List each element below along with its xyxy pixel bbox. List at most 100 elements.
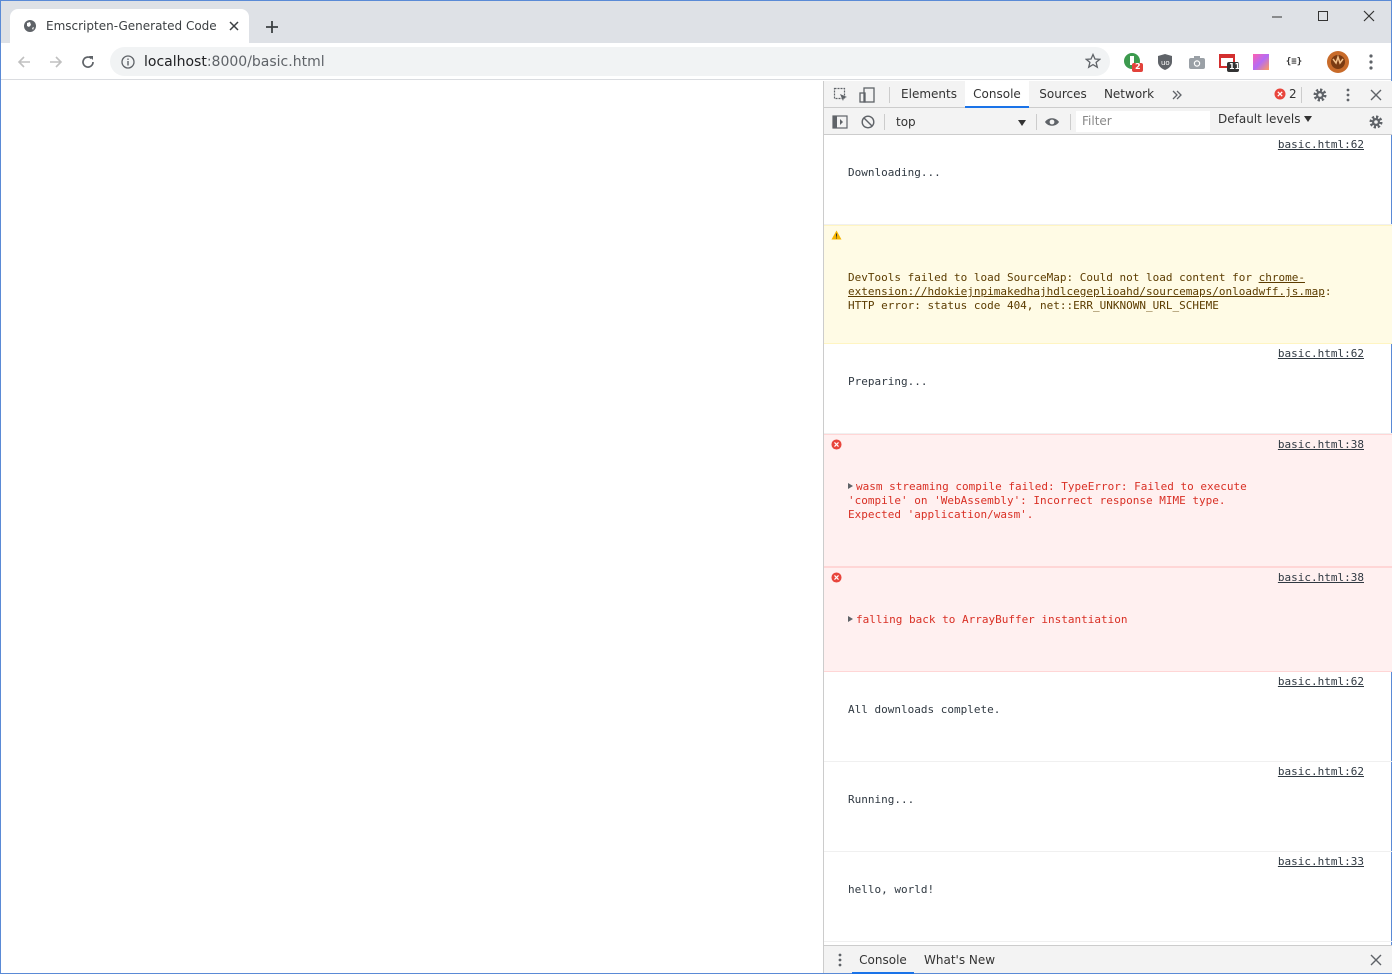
source-link[interactable]: basic.html:62 <box>1278 138 1364 152</box>
tab-network[interactable]: Network <box>1100 81 1158 108</box>
reload-button[interactable] <box>74 48 102 76</box>
close-drawer-icon[interactable] <box>1366 950 1386 970</box>
info-icon[interactable] <box>120 54 136 70</box>
settings-gear-icon[interactable] <box>1310 85 1330 105</box>
tab-elements[interactable]: Elements <box>898 81 960 108</box>
separator <box>1070 114 1071 130</box>
console-log-row: Running... basic.html:62 <box>824 762 1392 852</box>
globe-icon <box>22 18 38 34</box>
drawer-tab-console[interactable]: Console <box>852 946 914 974</box>
separator <box>1036 114 1037 130</box>
profile-avatar[interactable] <box>1327 51 1349 73</box>
more-tabs-chevron-icon[interactable] <box>1167 85 1187 105</box>
console-log-row: Downloading... basic.html:62 <box>824 135 1392 225</box>
devtools-tab-bar: Elements Console Sources Network 2 <box>824 81 1392 108</box>
extension-badge: 2 <box>1135 62 1141 71</box>
tab-sources[interactable]: Sources <box>1034 81 1092 108</box>
extension-badge-count: 11 <box>1229 62 1241 71</box>
tab-title: Emscripten-Generated Code <box>46 19 217 33</box>
devtools-menu-icon[interactable] <box>1338 85 1358 105</box>
source-link[interactable]: basic.html:62 <box>1278 347 1364 361</box>
url-path: :8000/basic.html <box>206 53 325 70</box>
source-link[interactable]: basic.html:38 <box>1278 438 1364 452</box>
drawer-menu-icon[interactable] <box>830 950 850 970</box>
extension-green-icon[interactable]: 2 <box>1123 52 1143 72</box>
separator <box>1301 87 1302 103</box>
maximize-button[interactable] <box>1300 1 1346 31</box>
log-text: hello, world! <box>848 883 935 896</box>
console-filter-input[interactable]: Filter <box>1076 111 1210 132</box>
browser-menu-icon[interactable] <box>1361 52 1381 72</box>
json-viewer-icon[interactable]: {≡} <box>1283 52 1305 72</box>
console-warning-row: DevTools failed to load SourceMap: Could… <box>824 225 1392 344</box>
console-error-row[interactable]: wasm streaming compile failed: TypeError… <box>824 434 1392 567</box>
source-link[interactable]: basic.html:62 <box>1278 675 1364 689</box>
close-window-button[interactable] <box>1346 1 1392 31</box>
log-text: Downloading... <box>848 166 941 179</box>
dropdown-arrow-icon <box>1304 115 1313 123</box>
browser-tab[interactable]: Emscripten-Generated Code <box>10 9 249 43</box>
warning-text: DevTools failed to load SourceMap: Could… <box>848 271 1364 313</box>
console-log-row: Preparing... basic.html:62 <box>824 344 1392 434</box>
dropdown-arrow-icon <box>1018 116 1026 130</box>
context-selector[interactable]: top <box>890 112 1030 131</box>
devtools-drawer: Console What's New <box>824 945 1392 974</box>
error-circle-icon <box>830 438 842 450</box>
error-text-wrapper: wasm streaming compile failed: TypeError… <box>848 480 1364 522</box>
error-circle-icon <box>1274 88 1286 100</box>
url-text: localhost:8000/basic.html <box>144 54 325 70</box>
bookmark-star-icon[interactable] <box>1084 52 1102 70</box>
browser-toolbar: localhost:8000/basic.html 2 uo 11 {≡} <box>1 43 1391 80</box>
tab-console[interactable]: Console <box>965 81 1029 108</box>
live-expression-eye-icon[interactable] <box>1042 112 1062 132</box>
console-settings-gear-icon[interactable] <box>1366 112 1386 132</box>
minimize-button[interactable] <box>1254 1 1300 31</box>
device-toolbar-icon[interactable] <box>857 85 877 105</box>
drawer-tab-whats-new[interactable]: What's New <box>924 946 995 974</box>
separator <box>884 114 885 130</box>
gradient-extension-icon[interactable] <box>1251 52 1271 72</box>
source-link[interactable]: basic.html:62 <box>1278 765 1364 779</box>
address-bar[interactable]: localhost:8000/basic.html <box>110 47 1110 76</box>
context-value: top <box>896 114 916 129</box>
forward-button[interactable] <box>42 48 70 76</box>
error-count-text: 2 <box>1289 87 1297 101</box>
warning-text-start: DevTools failed to load SourceMap: Could… <box>848 271 1259 284</box>
svg-text:uo: uo <box>1161 59 1170 67</box>
close-tab-icon[interactable] <box>225 17 243 35</box>
warning-triangle-icon <box>830 229 842 241</box>
log-levels-label: Default levels <box>1218 112 1301 126</box>
source-link[interactable]: basic.html:33 <box>1278 855 1364 869</box>
error-text: wasm streaming compile failed: TypeError… <box>848 480 1254 521</box>
error-circle-icon <box>830 571 842 583</box>
log-levels-dropdown[interactable]: Default levels <box>1218 112 1313 126</box>
calendar-extension-icon[interactable]: 11 <box>1219 52 1241 72</box>
console-error-row[interactable]: falling back to ArrayBuffer instantiatio… <box>824 567 1392 672</box>
show-sidebar-icon[interactable] <box>830 112 850 132</box>
clear-console-icon[interactable] <box>858 112 878 132</box>
back-button[interactable] <box>10 48 38 76</box>
error-text-wrapper: falling back to ArrayBuffer instantiatio… <box>848 613 1364 627</box>
source-link[interactable]: basic.html:38 <box>1278 571 1364 585</box>
ublock-shield-icon[interactable]: uo <box>1155 52 1175 72</box>
camera-icon[interactable] <box>1187 52 1207 72</box>
close-devtools-icon[interactable] <box>1366 85 1386 105</box>
expand-triangle-icon[interactable] <box>848 483 853 489</box>
browser-window: Emscripten-Generated Code localhost:8000… <box>0 0 1392 974</box>
separator <box>889 87 890 103</box>
tab-strip: Emscripten-Generated Code <box>1 1 1391 43</box>
page-viewport <box>1 81 823 973</box>
error-text: falling back to ArrayBuffer instantiatio… <box>856 613 1128 626</box>
error-counter[interactable]: 2 <box>1274 87 1297 101</box>
inspect-element-icon[interactable] <box>831 85 851 105</box>
new-tab-button[interactable] <box>260 15 284 39</box>
console-log-row: hello, world! basic.html:33 <box>824 852 1392 942</box>
log-text: Preparing... <box>848 375 928 388</box>
log-text: Running... <box>848 793 915 806</box>
json-viewer-label: {≡} <box>1285 57 1303 67</box>
console-toolbar: top Filter Default levels <box>824 108 1392 135</box>
log-text: All downloads complete. <box>848 703 1001 716</box>
devtools-panel: Elements Console Sources Network 2 top F… <box>823 81 1392 974</box>
url-host: localhost <box>144 53 207 70</box>
expand-triangle-icon[interactable] <box>848 616 853 622</box>
